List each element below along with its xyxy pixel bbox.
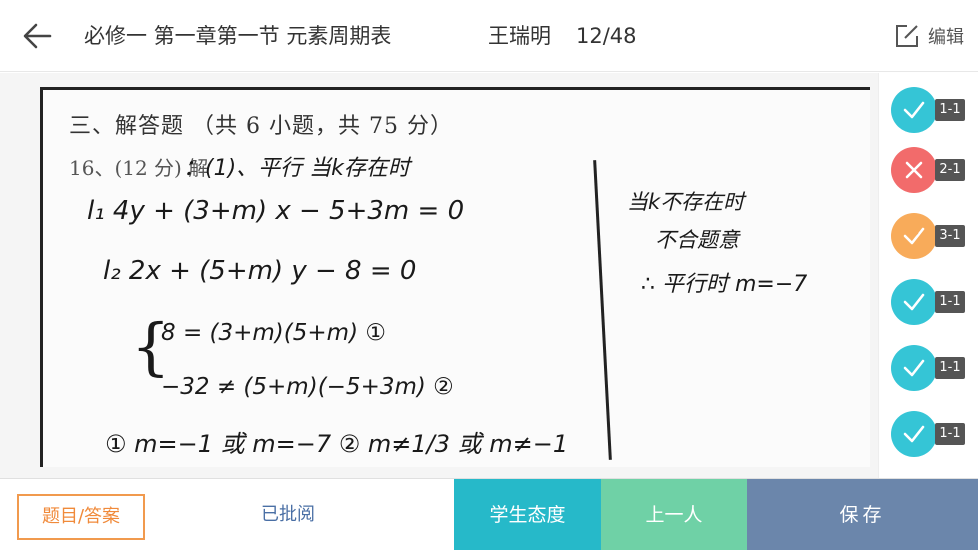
mark-label: 1-1	[935, 99, 965, 121]
student-attitude-button[interactable]: 学生态度	[454, 479, 601, 550]
edit-icon	[896, 25, 918, 47]
edit-button[interactable]: 编辑	[894, 22, 964, 50]
previous-student-button[interactable]: 上一人	[601, 479, 747, 550]
edit-label: 编辑	[928, 27, 964, 48]
student-progress: 12/48	[576, 24, 637, 48]
handwriting-right-2: 不合题意	[655, 228, 739, 252]
handwriting-intro: ：(1)、平行 当k存在时	[183, 156, 410, 181]
mark-label: 1-1	[935, 423, 965, 445]
partial-mark-button[interactable]	[891, 213, 937, 259]
top-bar: 必修一 第一章第一节 元素周期表 王瑞明 12/48 编辑	[0, 0, 978, 72]
half-check-icon	[903, 227, 925, 245]
answer-sheet-image: 三、解答题 （共 6 小题，共 75 分） 16、(12 分) 解 ：(1)、平…	[40, 87, 870, 467]
handwriting-solution: ① m=−1 或 m=−7 ② m≠1/3 或 m≠−1	[105, 430, 569, 458]
bottom-toolbar: 题目/答案 已批阅 学生态度 上一人 保存	[0, 478, 978, 550]
mark-label: 1-1	[935, 291, 965, 313]
check-icon	[903, 425, 925, 443]
check-icon	[903, 293, 925, 311]
handwriting-right-1: 当k不存在时	[627, 190, 745, 214]
check-icon	[903, 101, 925, 119]
check-icon	[903, 359, 925, 377]
student-name: 王瑞明	[488, 24, 551, 48]
answer-sheet-viewer[interactable]: 三、解答题 （共 6 小题，共 75 分） 16、(12 分) 解 ：(1)、平…	[0, 73, 878, 478]
handwritten-divider	[593, 160, 612, 460]
handwriting-line-l1: l₁ 4y + (3+m) x − 5+3m = 0	[87, 196, 465, 226]
cross-icon	[905, 161, 923, 179]
mark-label: 2-1	[935, 159, 965, 181]
question-answer-button[interactable]: 题目/答案	[17, 494, 145, 540]
mark-label: 1-1	[935, 357, 965, 379]
handwriting-line-l2: l₂ 2x + (5+m) y − 8 = 0	[103, 256, 417, 286]
back-button[interactable]	[20, 20, 56, 52]
correct-mark-button[interactable]	[891, 87, 937, 133]
section-heading: 三、解答题 （共 6 小题，共 75 分）	[69, 114, 453, 139]
correct-mark-button[interactable]	[891, 411, 937, 457]
mark-label: 3-1	[935, 225, 965, 247]
grading-screen: 必修一 第一章第一节 元素周期表 王瑞明 12/48 编辑 三、解答题 （共 6…	[0, 0, 978, 550]
handwriting-equation-1: 8 = (3+m)(5+m) ①	[161, 320, 386, 346]
arrow-left-icon	[23, 23, 52, 49]
save-button[interactable]: 保存	[747, 479, 978, 550]
score-marks-panel: 1-1 2-1 3-1 1-1 1-1 1-1	[878, 73, 978, 478]
correct-mark-button[interactable]	[891, 279, 937, 325]
wrong-mark-button[interactable]	[891, 147, 937, 193]
reviewed-button[interactable]: 已批阅	[228, 479, 348, 550]
handwriting-right-3: ∴ 平行时 m=−7	[641, 272, 808, 297]
page-title: 必修一 第一章第一节 元素周期表	[84, 24, 392, 48]
correct-mark-button[interactable]	[891, 345, 937, 391]
handwriting-equation-2: −32 ≠ (5+m)(−5+3m) ②	[161, 374, 454, 400]
